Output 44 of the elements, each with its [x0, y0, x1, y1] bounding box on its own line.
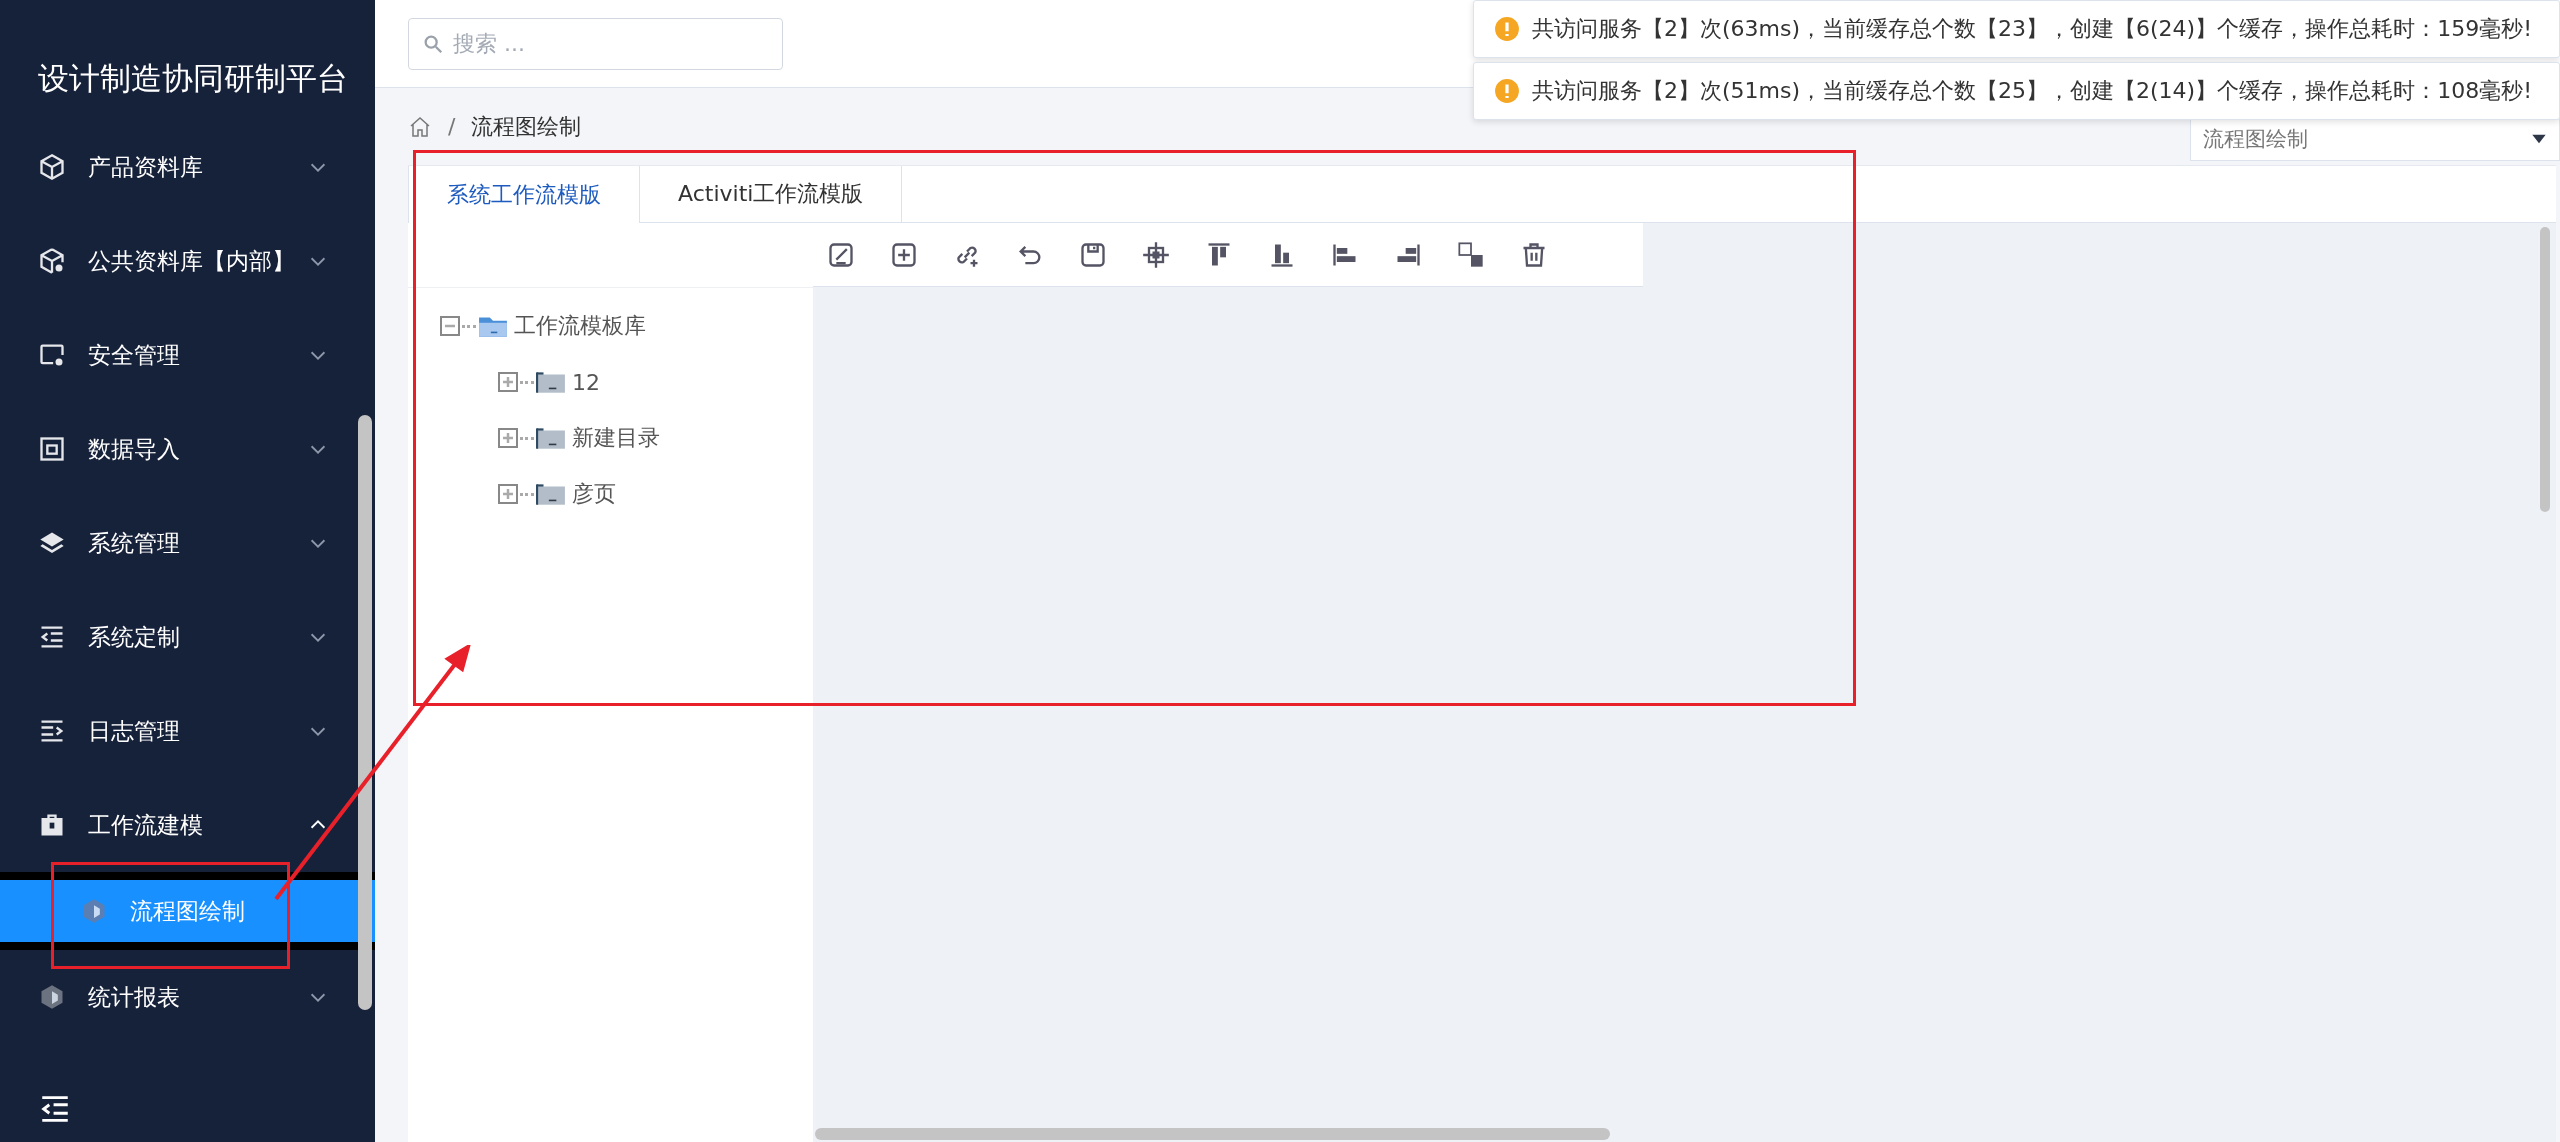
page-dropdown[interactable]: 流程图绘制	[2190, 117, 2560, 161]
folder-icon	[536, 370, 566, 394]
sidebar-item[interactable]: 系统定制	[0, 590, 375, 684]
expand-toggle-icon[interactable]	[498, 428, 518, 448]
scrollbar-thumb[interactable]	[2540, 227, 2550, 512]
sidebar-item[interactable]: 产品资料库	[0, 120, 375, 214]
folder-icon	[536, 482, 566, 506]
cube-icon	[38, 247, 66, 275]
tree-node-label[interactable]: 彦页	[572, 479, 616, 509]
sidebar-item[interactable]: 日志管理	[0, 684, 375, 778]
expand-toggle-icon[interactable]	[498, 372, 518, 392]
edit-icon[interactable]	[827, 240, 855, 269]
scrollbar-thumb[interactable]	[358, 415, 372, 1010]
folder-icon	[478, 314, 508, 338]
tree-node-label[interactable]: 新建目录	[572, 423, 660, 453]
notification-text: 共访问服务【2】次(63ms)，当前缓存总个数【23】，创建【6(24)】个缓存，操作总耗时：159毫秒!	[1532, 15, 2532, 43]
collapse-toggle-icon[interactable]	[440, 316, 460, 336]
sidebar-item[interactable]: 统计报表	[0, 950, 375, 1044]
notification-text: 共访问服务【2】次(51ms)，当前缓存总个数【25】，创建【2(14)】个缓存，操作总耗时：108毫秒!	[1532, 77, 2532, 105]
warning-icon	[1494, 16, 1520, 42]
search-field[interactable]: 搜索 ...	[408, 17, 783, 70]
tree-node-label[interactable]: 12	[572, 369, 600, 395]
tab[interactable]: Activiti工作流模版	[640, 166, 903, 222]
crosshair-icon[interactable]	[1142, 240, 1170, 269]
home-icon[interactable]	[408, 114, 432, 139]
breadcrumb-current: 流程图绘制	[471, 112, 583, 141]
breadcrumb-separator: /	[448, 114, 456, 139]
sidebar-item[interactable]: 安全管理	[0, 308, 375, 402]
plus-square-icon[interactable]	[890, 240, 918, 269]
app-title: 设计制造协同研制平台	[37, 59, 349, 98]
sidebar-item[interactable]: 数据导入	[0, 402, 375, 496]
tab[interactable]: 系统工作流模版	[408, 166, 640, 223]
sidebar-item[interactable]: 工作流建模	[0, 778, 375, 872]
sidebar-item[interactable]: 公共资料库【内部】	[0, 214, 375, 308]
overlap-squares-icon[interactable]	[1457, 240, 1485, 269]
tree-node-label[interactable]: 工作流模板库	[514, 311, 646, 341]
cube-icon	[38, 153, 66, 181]
frame-icon	[38, 435, 66, 463]
scrollbar-thumb[interactable]	[815, 1128, 1610, 1140]
expand-toggle-icon[interactable]	[498, 484, 518, 504]
sidebar-item[interactable]: 系统管理	[0, 496, 375, 590]
save-icon[interactable]	[1079, 240, 1107, 269]
warning-icon	[1494, 78, 1520, 104]
folder-icon	[536, 426, 566, 450]
